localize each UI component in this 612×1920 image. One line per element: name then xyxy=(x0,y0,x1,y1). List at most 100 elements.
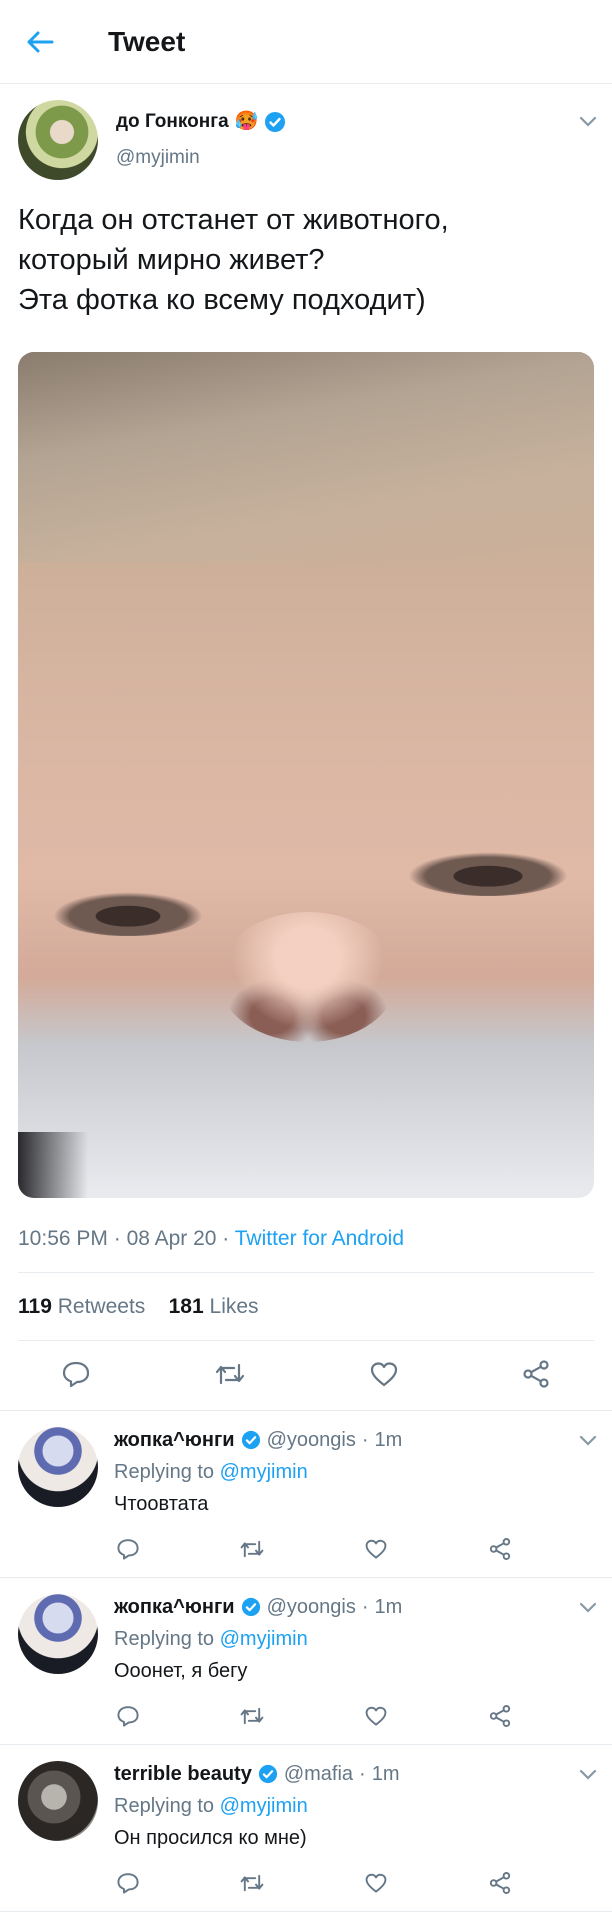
heart-icon xyxy=(365,1539,387,1559)
retweet-icon xyxy=(240,1874,264,1892)
retweet-button[interactable] xyxy=(236,1700,268,1732)
verified-badge-icon xyxy=(265,112,286,132)
author-avatar[interactable] xyxy=(18,100,98,180)
heart-icon xyxy=(370,1362,398,1387)
retweet-button[interactable] xyxy=(236,1533,268,1565)
retweet-button[interactable] xyxy=(210,1354,250,1394)
reply-header: жопка^юнги @yoongis · 1m xyxy=(114,1592,402,1622)
retweet-icon xyxy=(215,1363,245,1385)
tweet-text-line: который мирно живет? xyxy=(18,244,325,276)
like-button[interactable] xyxy=(360,1533,392,1565)
verified-badge-icon xyxy=(258,1764,277,1784)
tweet-source-link[interactable]: Twitter for Android xyxy=(235,1227,404,1250)
reply-icon xyxy=(117,1873,139,1894)
replying-to-mention[interactable]: @myjimin xyxy=(220,1628,308,1650)
reply-author-handle[interactable]: @yoongis xyxy=(267,1425,356,1455)
reply-icon xyxy=(117,1539,139,1560)
divider xyxy=(18,1272,594,1273)
replying-to-label: Replying to xyxy=(114,1795,215,1817)
replying-to: Replying to @myjimin xyxy=(114,1791,308,1821)
reply-tweet[interactable]: terrible beauty @mafia · 1m Replying to … xyxy=(0,1744,612,1911)
author-emoji: 🥵 xyxy=(234,111,259,132)
photo-eye-right xyxy=(408,852,568,896)
reply-time: 1m xyxy=(371,1763,400,1785)
replying-to-label: Replying to xyxy=(114,1628,215,1650)
likes-label: Likes xyxy=(209,1295,259,1318)
photo-hair-region xyxy=(18,352,594,562)
tweet-photo[interactable] xyxy=(18,352,594,1198)
reply-author-name[interactable]: жопка^юнги xyxy=(114,1425,235,1455)
reply-text: Он просился ко мне) xyxy=(114,1827,307,1849)
tweet-meta: 10:56 PM · 08 Apr 20 · Twitter for Andro… xyxy=(18,1224,404,1254)
reply-tweet[interactable]: жопка^юнги @yoongis · 1m Replying to @my… xyxy=(0,1577,612,1744)
author-name[interactable]: до Гонконга xyxy=(116,108,229,136)
like-button[interactable] xyxy=(360,1867,392,1899)
share-button[interactable] xyxy=(484,1533,516,1565)
reply-button[interactable] xyxy=(56,1354,96,1394)
replying-to-mention[interactable]: @myjimin xyxy=(220,1461,308,1483)
replying-to-mention[interactable]: @myjimin xyxy=(220,1795,308,1817)
likes-stat[interactable]: 181 Likes xyxy=(169,1295,259,1318)
retweet-button[interactable] xyxy=(236,1867,268,1899)
verified-badge-icon xyxy=(241,1597,260,1617)
likes-count: 181 xyxy=(168,1295,204,1318)
reply-menu-button[interactable] xyxy=(576,1596,600,1620)
chevron-down-icon xyxy=(579,116,597,127)
share-button[interactable] xyxy=(484,1700,516,1732)
reply-author-name[interactable]: жопка^юнги xyxy=(114,1592,235,1622)
tweet-text-line: Эта фотка ко всему подходит) xyxy=(18,284,426,316)
heart-icon xyxy=(365,1706,387,1726)
reply-separator: · xyxy=(361,1429,369,1451)
share-button[interactable] xyxy=(516,1354,556,1394)
reply-button[interactable] xyxy=(112,1533,144,1565)
share-icon xyxy=(489,1705,511,1727)
replying-to-label: Replying to xyxy=(114,1461,215,1483)
reply-tweet[interactable]: жопка^юнги @yoongis · 1m Replying to @my… xyxy=(0,1410,612,1577)
tweet-text-line: Когда он отстанет от животного, xyxy=(18,204,449,236)
reply-avatar[interactable] xyxy=(18,1761,98,1841)
tweet-time: 10:56 PM xyxy=(18,1227,108,1250)
reply-header: terrible beauty @mafia · 1m xyxy=(114,1759,400,1789)
reply-avatar[interactable] xyxy=(18,1594,98,1674)
reply-text: Чтоовтата xyxy=(114,1493,209,1515)
share-button[interactable] xyxy=(484,1867,516,1899)
heart-icon xyxy=(365,1873,387,1893)
reply-menu-button[interactable] xyxy=(576,1763,600,1787)
reply-button[interactable] xyxy=(112,1700,144,1732)
author-name-row: до Гонконга 🥵 xyxy=(116,108,286,136)
reply-icon xyxy=(62,1361,90,1388)
author-handle[interactable]: @myjimin xyxy=(116,145,200,171)
tweet-stats: 119 Retweets 181 Likes xyxy=(18,1292,259,1322)
like-button[interactable] xyxy=(364,1354,404,1394)
tweet-menu-button[interactable] xyxy=(576,110,600,134)
top-bar: Tweet xyxy=(0,0,612,84)
share-icon xyxy=(523,1360,549,1388)
reply-author-name[interactable]: terrible beauty xyxy=(114,1759,252,1789)
chevron-down-icon xyxy=(579,1769,597,1780)
reply-author-handle[interactable]: @yoongis xyxy=(267,1592,356,1622)
replying-to: Replying to @myjimin xyxy=(114,1457,308,1487)
photo-nose xyxy=(218,912,398,1042)
photo-eye-left xyxy=(53,892,203,936)
share-icon xyxy=(489,1872,511,1894)
back-button[interactable] xyxy=(22,24,58,60)
reply-time: 1m xyxy=(374,1596,403,1618)
divider xyxy=(0,1911,612,1912)
divider xyxy=(18,1340,594,1341)
reply-button[interactable] xyxy=(112,1867,144,1899)
reply-avatar[interactable] xyxy=(18,1427,98,1507)
reply-icon xyxy=(117,1706,139,1727)
page-title: Tweet xyxy=(108,26,186,57)
chevron-down-icon xyxy=(579,1435,597,1446)
reply-time: 1m xyxy=(374,1429,403,1451)
meta-separator: · xyxy=(107,1227,127,1250)
retweets-count: 119 xyxy=(18,1295,52,1318)
reply-author-handle[interactable]: @mafia xyxy=(284,1759,353,1789)
like-button[interactable] xyxy=(360,1700,392,1732)
reply-separator: · xyxy=(359,1763,366,1785)
verified-badge-icon xyxy=(241,1430,260,1450)
reply-menu-button[interactable] xyxy=(576,1429,600,1453)
tweet-actions xyxy=(0,1354,612,1394)
meta-separator: · xyxy=(216,1227,235,1250)
retweets-stat[interactable]: 119 Retweets xyxy=(18,1295,145,1318)
